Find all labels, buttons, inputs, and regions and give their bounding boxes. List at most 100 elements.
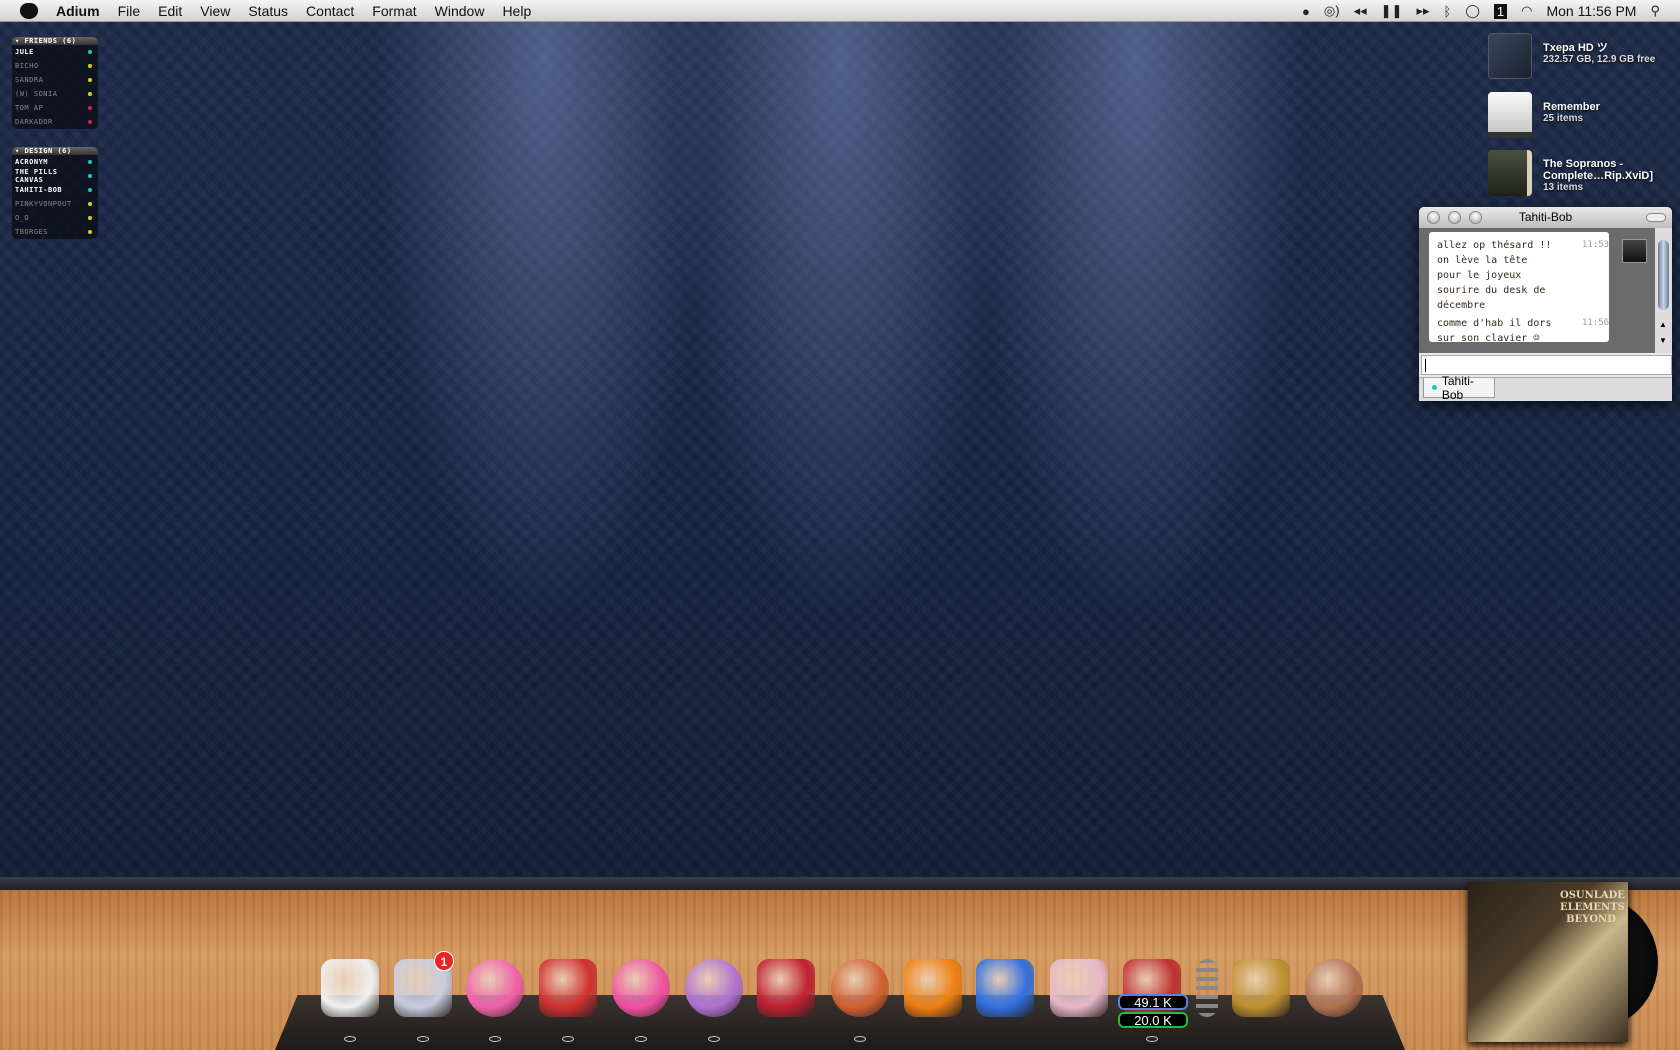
chat-bubble-icon[interactable]: ◯ <box>1465 3 1480 19</box>
contact-item[interactable]: O_O <box>12 211 98 225</box>
status-dot <box>88 188 92 192</box>
dock-item-candybar[interactable] <box>972 955 1038 1021</box>
network-in-meter: 49.1 K <box>1118 994 1188 1010</box>
menu-contact[interactable]: Contact <box>297 3 363 19</box>
vlc-icon <box>904 959 962 1017</box>
message: comme d'hab il dors sur son clavier ☺ 11:… <box>1437 316 1609 346</box>
running-indicator <box>1146 1036 1158 1042</box>
album-text: OSUNLADE ELEMENTS BEYOND <box>1560 890 1625 925</box>
minimize-button[interactable] <box>1448 211 1461 224</box>
external-drive-icon <box>1488 92 1532 138</box>
title-bar[interactable]: Tahiti-Bob <box>1419 207 1672 228</box>
contact-name: PINKYVONPOUT <box>15 200 72 208</box>
dock-item-cookies[interactable] <box>827 955 893 1021</box>
contact-item[interactable]: (W) SONIA <box>12 87 98 101</box>
spotlight-search-icon[interactable]: ⚲ <box>1650 3 1660 19</box>
contact-item[interactable]: TAHITI-BOB <box>12 183 98 197</box>
contact-item[interactable]: JULE <box>12 45 98 59</box>
fast-forward-icon[interactable]: ▸▸ <box>1416 3 1429 19</box>
icon-info: 232.57 GB, 12.9 GB free <box>1543 54 1656 65</box>
contact-item[interactable]: DARKADOR <box>12 115 98 129</box>
contact-name: TAHITI-BOB <box>15 186 63 194</box>
menu-app[interactable]: Adium <box>52 3 109 19</box>
dock-item-downloads-box[interactable] <box>1228 955 1294 1021</box>
itunes-icon[interactable]: ◎) <box>1324 3 1340 19</box>
contact-item[interactable]: SANDRA <box>12 73 98 87</box>
toolbar-toggle-button[interactable] <box>1646 213 1666 222</box>
contact-name: O_O <box>15 214 30 222</box>
zoom-button[interactable] <box>1469 211 1482 224</box>
downloads-box-icon <box>1232 959 1290 1017</box>
text-caret <box>1425 359 1426 372</box>
apple-menu-icon[interactable] <box>20 2 38 19</box>
group-header[interactable]: ▾ FRIENDS (6) <box>12 37 98 45</box>
dock-item-finder-house[interactable] <box>317 955 383 1021</box>
message-input[interactable] <box>1421 355 1672 375</box>
message-bubble: allez op thésard !! on lève la tête pour… <box>1429 232 1610 344</box>
contact-item[interactable]: TBORGES <box>12 225 98 239</box>
running-indicator <box>489 1036 501 1042</box>
contact-item[interactable]: TOM AP <box>12 101 98 115</box>
adium-speech-icon[interactable]: ● <box>1302 4 1310 19</box>
message-time: 11:53 <box>1582 240 1610 250</box>
scrollbar[interactable]: ▲ ▼ <box>1655 228 1672 353</box>
contact-name: TBORGES <box>15 228 49 236</box>
menu-edit[interactable]: Edit <box>149 3 191 19</box>
contact-name: DARKADOR <box>15 118 53 126</box>
desktop-icon-hard-drive[interactable]: Txepa HD ツ 232.57 GB, 12.9 GB free <box>1488 33 1678 83</box>
running-indicator <box>562 1036 574 1042</box>
shelf-edge <box>0 877 1680 890</box>
menu-format[interactable]: Format <box>363 3 425 19</box>
scroll-up-icon[interactable]: ▲ <box>1659 320 1667 329</box>
contact-item[interactable]: THE PILLS CANVAS <box>12 168 98 184</box>
dock-item-adium-duck[interactable] <box>535 955 601 1021</box>
dock-item-itunes[interactable] <box>681 955 747 1021</box>
group-header[interactable]: ▾ DESIGN (6) <box>12 147 98 155</box>
wifi-icon[interactable]: ◠ <box>1521 3 1532 19</box>
menu-window[interactable]: Window <box>426 3 494 19</box>
menu-status[interactable]: Status <box>239 3 297 19</box>
spaces-icon[interactable]: 1 <box>1493 3 1508 19</box>
chat-window: Tahiti-Bob allez op thésard !! on lève l… <box>1419 207 1672 401</box>
contact-item[interactable]: ACRONYM <box>12 155 98 169</box>
contact-name: TOM AP <box>15 104 44 112</box>
dock-item-vlc[interactable] <box>900 955 966 1021</box>
desktop-icon-sopranos[interactable]: The Sopranos - Complete…Rip.XviD] 13 item… <box>1488 150 1678 200</box>
chat-transcript: allez op thésard !! on lève la tête pour… <box>1419 228 1672 353</box>
dock-item-trash-rat[interactable] <box>1301 955 1367 1021</box>
tab-bar: Tahiti-Bob <box>1419 374 1672 401</box>
dock-item-ichat[interactable] <box>608 955 674 1021</box>
message-time: 11:56 <box>1582 318 1610 328</box>
bluetooth-icon[interactable]: ᛒ <box>1444 4 1452 19</box>
running-indicator <box>417 1036 429 1042</box>
dock-item-donut[interactable] <box>462 955 528 1021</box>
status-dot <box>88 160 92 164</box>
dock-item-transmit-truck[interactable] <box>1046 955 1112 1021</box>
icon-label: Remember <box>1543 101 1600 113</box>
scroll-down-icon[interactable]: ▼ <box>1659 336 1667 345</box>
status-dot <box>88 78 92 82</box>
dock-item-address-book[interactable] <box>753 955 819 1021</box>
desktop-icon-remember[interactable]: Remember 25 items <box>1488 92 1678 142</box>
contact-item[interactable]: PINKYVONPOUT <box>12 197 98 211</box>
rewind-icon[interactable]: ◂◂ <box>1354 3 1367 19</box>
status-dot <box>88 202 92 206</box>
menu-file[interactable]: File <box>109 3 150 19</box>
clock[interactable]: Mon 11:56 PM <box>1546 3 1636 19</box>
itunes-icon <box>685 959 743 1017</box>
icon-info: 13 items <box>1543 182 1584 193</box>
icon-label: The Sopranos - Complete…Rip.XviD] <box>1543 158 1654 182</box>
scroll-thumb[interactable] <box>1658 240 1669 310</box>
icon-label: Txepa HD ツ <box>1543 42 1608 54</box>
pause-icon[interactable]: ❚❚ <box>1381 3 1403 19</box>
contact-name: SANDRA <box>15 76 44 84</box>
tab-tahiti-bob[interactable]: Tahiti-Bob <box>1423 374 1495 401</box>
contact-item[interactable]: BICHO <box>12 59 98 73</box>
close-button[interactable] <box>1427 211 1440 224</box>
window-title: Tahiti-Bob <box>1518 210 1573 224</box>
menu-help[interactable]: Help <box>493 3 540 19</box>
contact-name: JULE <box>15 48 34 56</box>
contact-name: ACRONYM <box>15 158 49 166</box>
dock-item-mail-mailbox[interactable]: 1 <box>390 951 456 1021</box>
menu-view[interactable]: View <box>191 3 239 19</box>
